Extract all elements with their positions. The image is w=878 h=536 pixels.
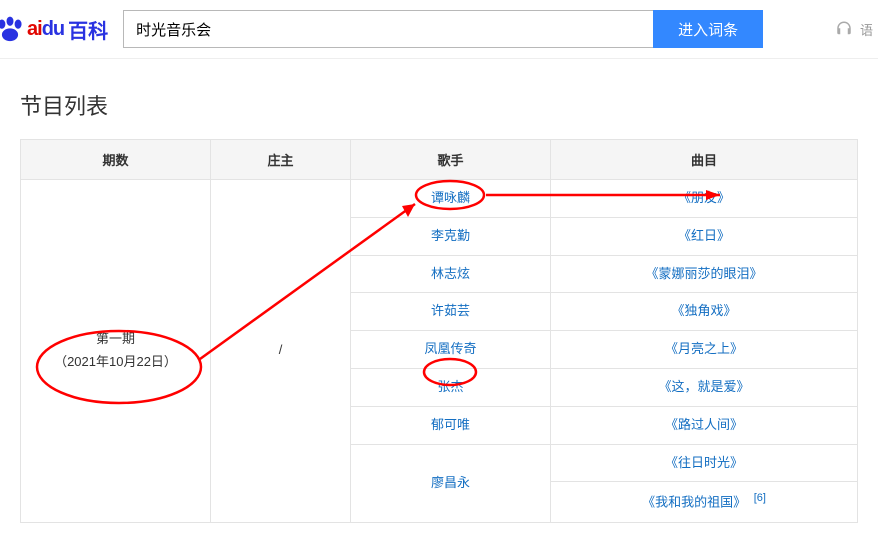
cell-song: 《往日时光》: [551, 444, 858, 482]
language-label: 语: [860, 20, 873, 39]
cell-host: /: [211, 180, 351, 523]
table-row: 第一期 （2021年10月22日） / 谭咏麟 《朋友》: [21, 180, 858, 218]
cell-singer: 谭咏麟: [351, 180, 551, 218]
search-input[interactable]: [123, 10, 653, 48]
episode-date: （2021年10月22日）: [27, 352, 204, 373]
cell-singer: 张杰: [351, 368, 551, 406]
paw-icon: [0, 16, 25, 42]
cell-singer: 廖昌永: [351, 444, 551, 522]
headphones-icon: [834, 20, 854, 38]
cell-singer: 李克勤: [351, 217, 551, 255]
song-link[interactable]: 《路过人间》: [665, 417, 743, 432]
singer-link[interactable]: 张杰: [437, 379, 463, 394]
cell-singer: 许茹芸: [351, 293, 551, 331]
song-link[interactable]: 《独角戏》: [671, 303, 736, 318]
cell-episode: 第一期 （2021年10月22日）: [21, 180, 211, 523]
episode-name: 第一期: [96, 331, 135, 346]
singer-link[interactable]: 凤凰传奇: [424, 341, 476, 356]
cell-song: 《我和我的祖国》 [6]: [551, 482, 858, 522]
cell-song: 《红日》: [551, 217, 858, 255]
logo-latin: aidu: [27, 18, 64, 41]
reference-link[interactable]: [6]: [754, 492, 766, 504]
program-table: 期数 庄主 歌手 曲目 第一期 （2021年10月22日） / 谭咏麟 《朋友》: [20, 139, 858, 523]
th-episode: 期数: [21, 140, 211, 180]
cell-song: 《朋友》: [551, 180, 858, 218]
header-bar: aidu 百科 进入词条 语: [0, 0, 878, 59]
singer-link[interactable]: 谭咏麟: [431, 190, 470, 205]
song-link[interactable]: 《蒙娜丽莎的眼泪》: [645, 266, 762, 281]
song-link[interactable]: 《朋友》: [678, 190, 730, 205]
song-link[interactable]: 《往日时光》: [665, 455, 743, 470]
cell-singer: 凤凰传奇: [351, 331, 551, 369]
cell-song: 《路过人间》: [551, 406, 858, 444]
cell-singer: 林志炫: [351, 255, 551, 293]
th-host: 庄主: [211, 140, 351, 180]
singer-link[interactable]: 郁可唯: [431, 417, 470, 432]
cell-song: 《月亮之上》: [551, 331, 858, 369]
logo-cn: 百科: [68, 15, 108, 44]
cell-singer: 郁可唯: [351, 406, 551, 444]
song-link[interactable]: 《这，就是爱》: [658, 379, 749, 394]
enter-entry-button[interactable]: 进入词条: [653, 10, 763, 48]
language-switch[interactable]: 语: [834, 20, 873, 39]
cell-song: 《蒙娜丽莎的眼泪》: [551, 255, 858, 293]
cell-song: 《这，就是爱》: [551, 368, 858, 406]
th-singer: 歌手: [351, 140, 551, 180]
search-box: 进入词条: [123, 10, 763, 48]
cell-song: 《独角戏》: [551, 293, 858, 331]
singer-link[interactable]: 林志炫: [431, 266, 470, 281]
singer-link[interactable]: 李克勤: [431, 228, 470, 243]
table-header-row: 期数 庄主 歌手 曲目: [21, 140, 858, 180]
singer-link[interactable]: 廖昌永: [431, 475, 470, 490]
song-link[interactable]: 《红日》: [678, 228, 730, 243]
song-link[interactable]: 《我和我的祖国》: [642, 495, 746, 510]
singer-link[interactable]: 许茹芸: [431, 303, 470, 318]
th-song: 曲目: [551, 140, 858, 180]
song-link[interactable]: 《月亮之上》: [665, 341, 743, 356]
content-area: 节目列表 期数 庄主 歌手 曲目 第一期 （2021年10月22日） /: [0, 59, 878, 523]
table-wrap: 期数 庄主 歌手 曲目 第一期 （2021年10月22日） / 谭咏麟 《朋友》: [20, 139, 858, 523]
baidu-baike-logo[interactable]: aidu 百科: [0, 15, 108, 44]
section-title: 节目列表: [20, 89, 858, 121]
